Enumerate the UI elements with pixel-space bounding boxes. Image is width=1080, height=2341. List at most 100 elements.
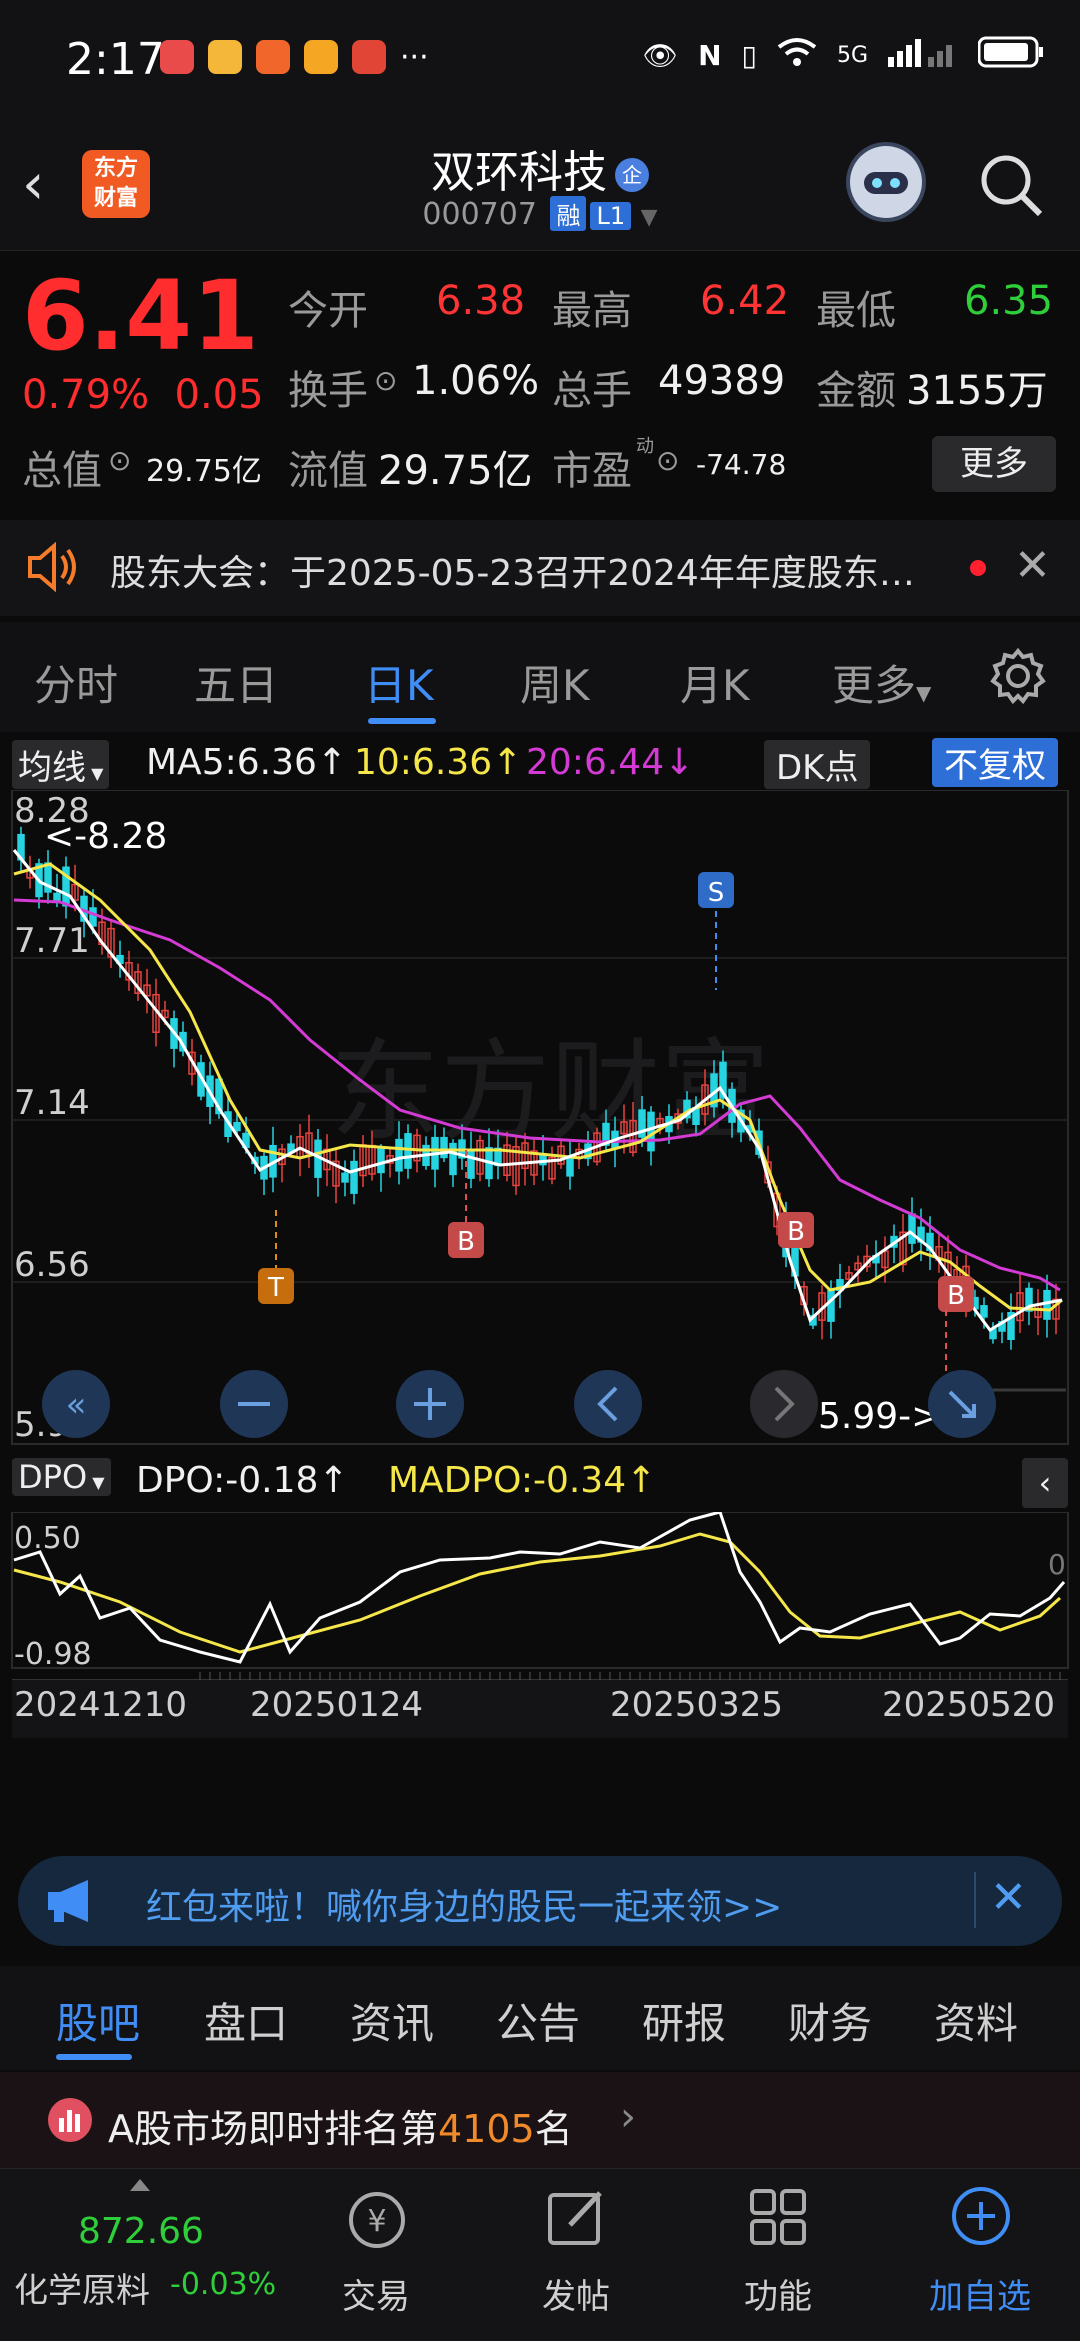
- ma5-value: MA5:6.36↑: [146, 742, 348, 783]
- candle: [1043, 1289, 1051, 1320]
- banner-text: 红包来啦！喊你身边的股民一起来领>>: [146, 1887, 783, 1928]
- quote-panel: 6.41 0.79% 0.05 今开 6.38 最高 6.42 最低 6.35 …: [0, 252, 1080, 512]
- candle: [827, 1289, 835, 1322]
- tab-news[interactable]: 资讯: [350, 1990, 434, 2051]
- scroll-left-button[interactable]: [574, 1370, 642, 1438]
- tab-guba[interactable]: 股吧: [56, 1990, 140, 2051]
- tab-research[interactable]: 研报: [642, 1990, 726, 2051]
- notice-text: 股东大会：于2025-05-23召开2024年年度股东…: [110, 553, 915, 594]
- info-icon[interactable]: ⊙: [108, 444, 131, 477]
- speaker-icon: [26, 541, 80, 596]
- bottom-nav: 872.66 化学原料 -0.03% ¥ 交易 发帖 功能 加自选: [0, 2168, 1080, 2341]
- rank-row[interactable]: A股市场即时排名第4105名 ›: [0, 2072, 1080, 2168]
- x-tick: 20250325: [610, 1685, 783, 1725]
- high-value: 6.42: [700, 278, 790, 324]
- candle: [449, 1142, 457, 1176]
- x-axis-ticks: [199, 1672, 1061, 1680]
- ma-indicator-bar: 均线 ▼ MA5:6.36↑ 10:6.36↑ 20:6.44↓ DK点 不复权: [0, 734, 1080, 790]
- caret-down-icon: ▼: [86, 764, 104, 783]
- turnover-value: 1.06%: [412, 358, 540, 404]
- tab-monthly-k[interactable]: 月K: [680, 652, 750, 713]
- function-label[interactable]: 功能: [708, 2269, 848, 2318]
- price-change: 0.79% 0.05: [22, 372, 264, 418]
- bar-chart-icon: [48, 2098, 92, 2142]
- open-label: 今开: [288, 288, 368, 334]
- scroll-right-button[interactable]: [750, 1370, 818, 1438]
- vibrate-icon: ▯: [741, 39, 757, 72]
- float-value: 29.75亿: [378, 448, 533, 494]
- amount-value: 3155万: [906, 368, 1048, 414]
- edit-icon[interactable]: [546, 2187, 608, 2253]
- trade-label[interactable]: 交易: [306, 2269, 446, 2318]
- candle: [377, 1147, 385, 1174]
- ma20-value: 20:6.44↓: [526, 742, 695, 783]
- low-value: 6.35: [964, 278, 1054, 324]
- adjust-button[interactable]: 不复权: [932, 738, 1058, 787]
- sector-change: -0.03%: [170, 2267, 277, 2302]
- add-watchlist-icon[interactable]: [950, 2185, 1012, 2251]
- indicator-selector[interactable]: DPO ▼: [12, 1458, 111, 1496]
- info-icon[interactable]: ⊙: [374, 364, 397, 397]
- close-icon[interactable]: ✕: [1014, 540, 1051, 591]
- dk-point-button[interactable]: DK点: [764, 740, 871, 789]
- app-icon: [352, 40, 386, 74]
- tab-more[interactable]: 更多▼: [832, 652, 931, 713]
- tab-weekly-k[interactable]: 周K: [520, 652, 590, 713]
- app-icon: [160, 40, 194, 74]
- volume-value: 49389: [658, 358, 786, 404]
- signal-label: S: [708, 878, 725, 908]
- active-tab-indicator: [368, 718, 436, 724]
- unread-dot: [970, 560, 986, 576]
- candle: [908, 1213, 916, 1244]
- notice-bar[interactable]: 股东大会：于2025-05-23召开2024年年度股东… ✕: [0, 520, 1080, 616]
- more-button[interactable]: 更多: [932, 436, 1056, 492]
- add-watchlist-label[interactable]: 加自选: [910, 2269, 1050, 2318]
- x-tick: 20241210: [14, 1685, 187, 1725]
- svg-text:¥: ¥: [367, 2204, 386, 2239]
- close-icon[interactable]: ✕: [990, 1872, 1027, 1923]
- ma-selector[interactable]: 均线 ▼: [12, 740, 110, 789]
- tab-daily-k[interactable]: 日K: [364, 652, 434, 713]
- search-icon[interactable]: [976, 150, 1046, 220]
- dpo-zero: 0: [1048, 1548, 1066, 1581]
- ma-selector-label: 均线: [18, 748, 86, 788]
- signal-label: B: [947, 1281, 965, 1311]
- pe-value: -74.78: [696, 448, 787, 481]
- pe-label: 市盈: [552, 448, 632, 494]
- wifi-icon: [777, 37, 817, 74]
- candle: [341, 1172, 349, 1183]
- collapse-icon[interactable]: ‹: [1022, 1458, 1068, 1508]
- eye-icon: 👁: [642, 39, 679, 72]
- kline-chart[interactable]: 东方财富 8.28 7.71 7.14 6.56 5.99 <-8.28 5.9…: [0, 789, 1080, 1450]
- candle: [566, 1157, 574, 1177]
- madpo-value: MADPO:-0.34↑: [388, 1460, 657, 1501]
- promo-banner[interactable]: 红包来啦！喊你身边的股民一起来领>> ✕: [18, 1856, 1062, 1946]
- tab-finance[interactable]: 财务: [788, 1990, 872, 2051]
- tab-intraday[interactable]: 分时: [34, 652, 118, 713]
- high-label: 最高: [552, 288, 632, 334]
- max-price-label: <-8.28: [44, 816, 167, 857]
- candle: [404, 1133, 412, 1169]
- tab-announcements[interactable]: 公告: [496, 1990, 580, 2051]
- zoom-reset-button[interactable]: «: [42, 1370, 110, 1438]
- chart-tabs: 分时 五日 日K 周K 月K 更多▼: [0, 622, 1080, 732]
- open-value: 6.38: [436, 278, 526, 324]
- assistant-robot-icon[interactable]: [846, 142, 926, 222]
- signal-label: T: [267, 1273, 284, 1303]
- zoom-out-button[interactable]: [220, 1370, 288, 1438]
- trade-icon[interactable]: ¥: [342, 2189, 412, 2255]
- sector-quote[interactable]: 872.66 化学原料 -0.03%: [14, 2175, 277, 2325]
- zoom-in-button[interactable]: [396, 1370, 464, 1438]
- tab-profile[interactable]: 资料: [934, 1990, 1018, 2051]
- tab-five-day[interactable]: 五日: [194, 652, 278, 713]
- rank-text: A股市场即时排名第4105名: [108, 2098, 573, 2153]
- post-label[interactable]: 发帖: [506, 2269, 646, 2318]
- grid-icon[interactable]: [748, 2187, 808, 2251]
- signal-b: B: [938, 1276, 974, 1312]
- info-icon[interactable]: ⊙: [656, 444, 679, 477]
- gear-icon[interactable]: [990, 647, 1046, 708]
- dpo-panel: DPO ▼ DPO:-0.18↑ MADPO:-0.34↑ ‹ 0.50 -0.…: [0, 1452, 1080, 1832]
- info-tabs: 股吧 盘口 资讯 公告 研报 财务 资料: [0, 1966, 1080, 2070]
- tab-pankou[interactable]: 盘口: [204, 1990, 288, 2051]
- fullscreen-button[interactable]: [928, 1370, 996, 1438]
